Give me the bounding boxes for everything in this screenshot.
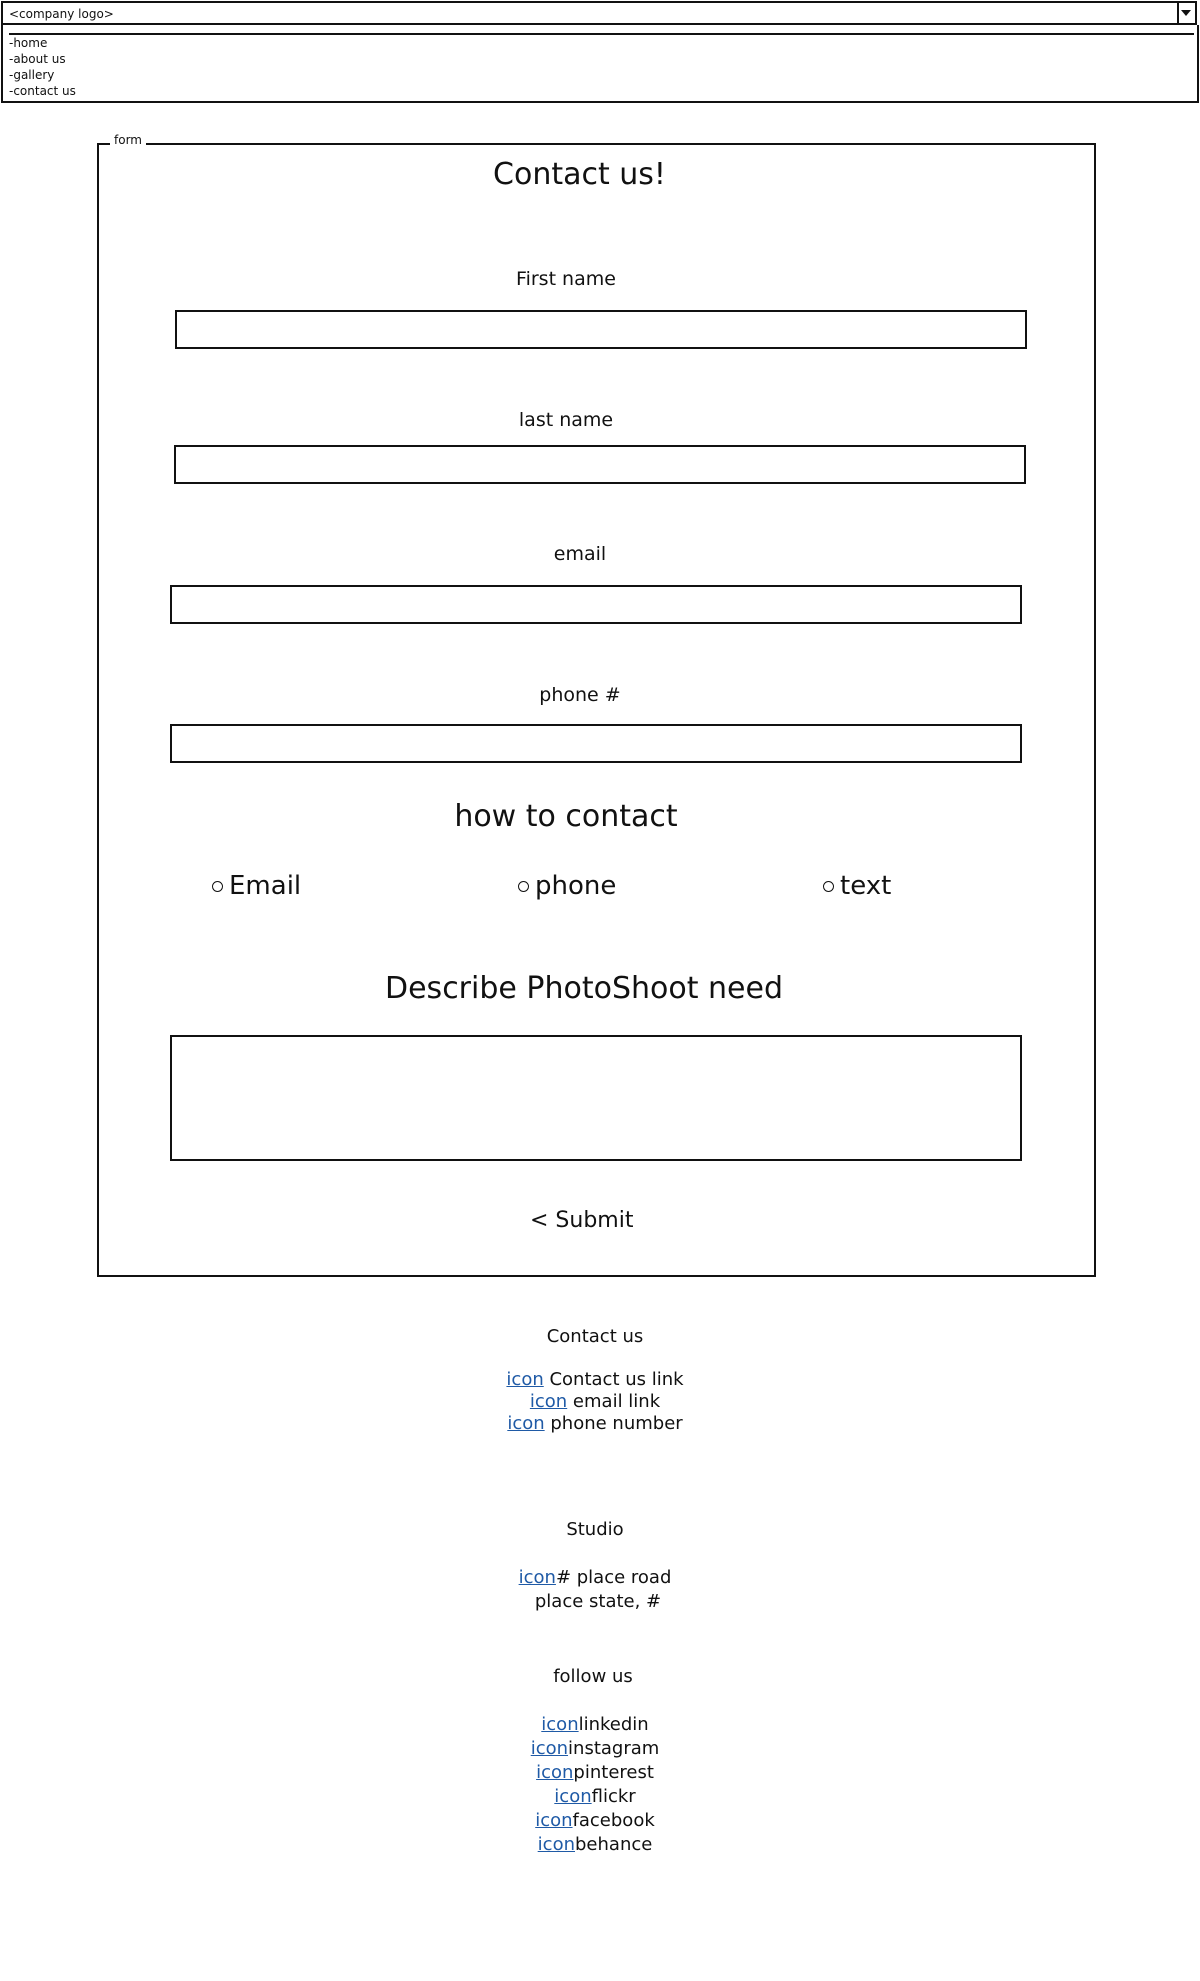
menu-divider <box>9 33 1194 35</box>
radio-circle-icon <box>823 880 834 892</box>
footer-studio-title: Studio <box>566 1519 624 1540</box>
radio-circle-icon <box>518 880 529 892</box>
behance-icon[interactable]: icon <box>538 1834 575 1855</box>
radio-phone-label: phone <box>535 871 617 901</box>
radio-text[interactable]: text <box>823 871 891 901</box>
flickr-label: flickr <box>591 1786 636 1807</box>
pinterest-icon[interactable]: icon <box>536 1762 573 1783</box>
social-flickr[interactable]: iconflickr <box>195 1786 995 1807</box>
form-legend: form <box>110 133 146 147</box>
linkedin-icon[interactable]: icon <box>541 1714 578 1735</box>
nav-menu: -home -about us -gallery -contact us <box>1 25 1199 103</box>
footer-email-link-row: icon email link <box>195 1391 995 1412</box>
phone-field[interactable] <box>170 724 1022 763</box>
contact-us-link[interactable]: Contact us link <box>544 1369 683 1390</box>
email-field[interactable] <box>170 585 1022 624</box>
pinterest-label: pinterest <box>573 1762 654 1783</box>
facebook-icon[interactable]: icon <box>535 1810 572 1831</box>
flickr-icon[interactable]: icon <box>554 1786 591 1807</box>
radio-phone[interactable]: phone <box>518 871 616 901</box>
location-icon[interactable]: icon <box>519 1567 556 1588</box>
company-logo-placeholder: <company logo> <box>9 7 114 21</box>
radio-email[interactable]: Email <box>212 871 301 901</box>
nav-item-gallery[interactable]: -gallery <box>9 67 54 83</box>
phone-label: phone # <box>539 684 621 706</box>
studio-street: # place road <box>555 1567 672 1588</box>
footer-follow-title: follow us <box>553 1666 633 1687</box>
instagram-label: instagram <box>568 1738 660 1759</box>
describe-heading: Describe PhotoShoot need <box>385 971 783 1006</box>
how-to-contact-heading: how to contact <box>454 799 678 834</box>
social-instagram[interactable]: iconinstagram <box>195 1738 995 1759</box>
last-name-field[interactable] <box>174 445 1026 484</box>
nav-item-home[interactable]: -home <box>9 35 47 51</box>
form-title: Contact us! <box>493 157 666 192</box>
facebook-label: facebook <box>572 1810 655 1831</box>
first-name-field[interactable] <box>175 310 1027 349</box>
studio-address-line1: icon# place road <box>195 1567 995 1588</box>
phone-icon[interactable]: icon <box>507 1413 544 1434</box>
radio-circle-icon <box>212 880 223 892</box>
email-icon[interactable]: icon <box>530 1391 567 1412</box>
studio-address-line2: place state, # <box>534 1591 662 1612</box>
footer-phone-row: icon phone number <box>195 1413 995 1434</box>
behance-label: behance <box>575 1834 653 1855</box>
linkedin-label: linkedin <box>578 1714 649 1735</box>
phone-number: phone number <box>544 1413 683 1434</box>
instagram-icon[interactable]: icon <box>531 1738 568 1759</box>
radio-email-label: Email <box>229 871 302 901</box>
link-icon[interactable]: icon <box>506 1369 543 1390</box>
radio-text-label: text <box>840 871 892 901</box>
social-behance[interactable]: iconbehance <box>195 1834 995 1855</box>
company-logo-combobox[interactable]: <company logo> <box>1 1 1197 25</box>
nav-item-about-us[interactable]: -about us <box>9 51 66 67</box>
photoshoot-description-textarea[interactable] <box>170 1035 1022 1161</box>
footer-contact-title: Contact us <box>546 1326 644 1347</box>
email-link[interactable]: email link <box>567 1391 660 1412</box>
first-name-label: First name <box>516 268 616 290</box>
social-pinterest[interactable]: iconpinterest <box>195 1762 995 1783</box>
nav-item-contact-us[interactable]: -contact us <box>9 83 76 99</box>
submit-button[interactable]: < Submit <box>530 1208 633 1233</box>
social-facebook[interactable]: iconfacebook <box>195 1810 995 1831</box>
last-name-label: last name <box>518 409 614 431</box>
footer-contact-link-row: icon Contact us link <box>195 1369 995 1390</box>
dropdown-arrow-icon[interactable] <box>1177 3 1195 23</box>
social-linkedin[interactable]: iconlinkedin <box>195 1714 995 1735</box>
email-label: email <box>553 543 607 565</box>
